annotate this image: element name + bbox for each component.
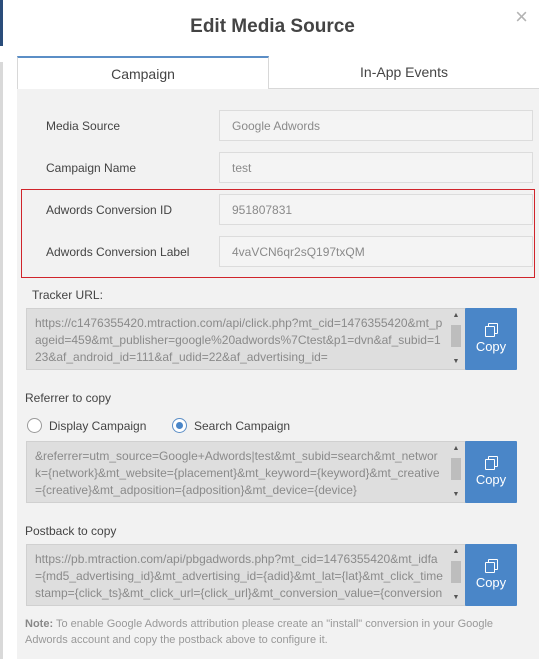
- close-icon[interactable]: ×: [515, 6, 528, 28]
- copy-icon: [485, 456, 498, 470]
- tracker-url-text: https://c1476355420.mtraction.com/api/cl…: [35, 316, 443, 364]
- note-text: To enable Google Adwords attribution ple…: [25, 618, 494, 646]
- scroll-up-icon[interactable]: ▲: [449, 311, 463, 321]
- copy-icon: [485, 559, 498, 573]
- copy-icon: [485, 323, 498, 337]
- search-campaign-label: Search Campaign: [194, 419, 291, 433]
- referrer-copy-label: Copy: [475, 472, 507, 487]
- campaign-name-input[interactable]: test: [219, 152, 533, 183]
- tab-in-app-events[interactable]: In-App Events: [269, 56, 539, 89]
- postback-textarea[interactable]: https://pb.mtraction.com/api/pbgadwords.…: [26, 544, 466, 606]
- postback-scrollbar[interactable]: ▲ ▼: [449, 547, 463, 603]
- tab-campaign[interactable]: Campaign: [17, 56, 269, 90]
- display-campaign-label: Display Campaign: [49, 419, 147, 433]
- postback-copy-label: Copy: [475, 575, 507, 590]
- radio-checked-icon: [172, 418, 187, 433]
- media-source-input[interactable]: Google Adwords: [219, 110, 533, 141]
- postback-text: https://pb.mtraction.com/api/pbgadwords.…: [35, 552, 443, 605]
- campaign-name-row: Campaign Name test: [31, 152, 535, 184]
- tracker-scrollbar[interactable]: ▲ ▼: [449, 311, 463, 367]
- media-source-label: Media Source: [46, 119, 121, 133]
- campaign-name-label: Campaign Name: [46, 161, 137, 175]
- note-prefix: Note:: [25, 618, 54, 630]
- scroll-down-icon[interactable]: ▼: [449, 490, 463, 500]
- postback-label: Postback to copy: [25, 524, 117, 538]
- tab-bar: Campaign In-App Events: [17, 56, 539, 90]
- scroll-thumb[interactable]: [451, 325, 461, 347]
- scroll-down-icon[interactable]: ▼: [449, 357, 463, 367]
- attribution-note: Note: To enable Google Adwords attributi…: [25, 616, 525, 648]
- referrer-scrollbar[interactable]: ▲ ▼: [449, 444, 463, 500]
- tracker-url-label: Tracker URL:: [32, 288, 103, 302]
- scroll-up-icon[interactable]: ▲: [449, 444, 463, 454]
- highlight-box: [21, 189, 535, 278]
- tracker-copy-button[interactable]: Copy: [465, 308, 517, 370]
- scroll-thumb[interactable]: [451, 458, 461, 480]
- tracker-url-textarea[interactable]: https://c1476355420.mtraction.com/api/cl…: [26, 308, 466, 370]
- scroll-down-icon[interactable]: ▼: [449, 593, 463, 603]
- edit-media-source-modal: Edit Media Source × Campaign In-App Even…: [3, 0, 542, 659]
- scroll-thumb[interactable]: [451, 561, 461, 583]
- postback-copy-button[interactable]: Copy: [465, 544, 517, 606]
- modal-title: Edit Media Source: [190, 16, 355, 37]
- media-source-row: Media Source Google Adwords: [31, 110, 535, 142]
- scroll-up-icon[interactable]: ▲: [449, 547, 463, 557]
- referrer-label: Referrer to copy: [25, 391, 112, 405]
- referrer-textarea[interactable]: &referrer=utm_source=Google+Adwords|test…: [26, 441, 466, 503]
- referrer-copy-button[interactable]: Copy: [465, 441, 517, 503]
- referrer-text: &referrer=utm_source=Google+Adwords|test…: [35, 449, 440, 497]
- radio-unchecked-icon: [27, 418, 42, 433]
- tracker-copy-label: Copy: [475, 339, 507, 354]
